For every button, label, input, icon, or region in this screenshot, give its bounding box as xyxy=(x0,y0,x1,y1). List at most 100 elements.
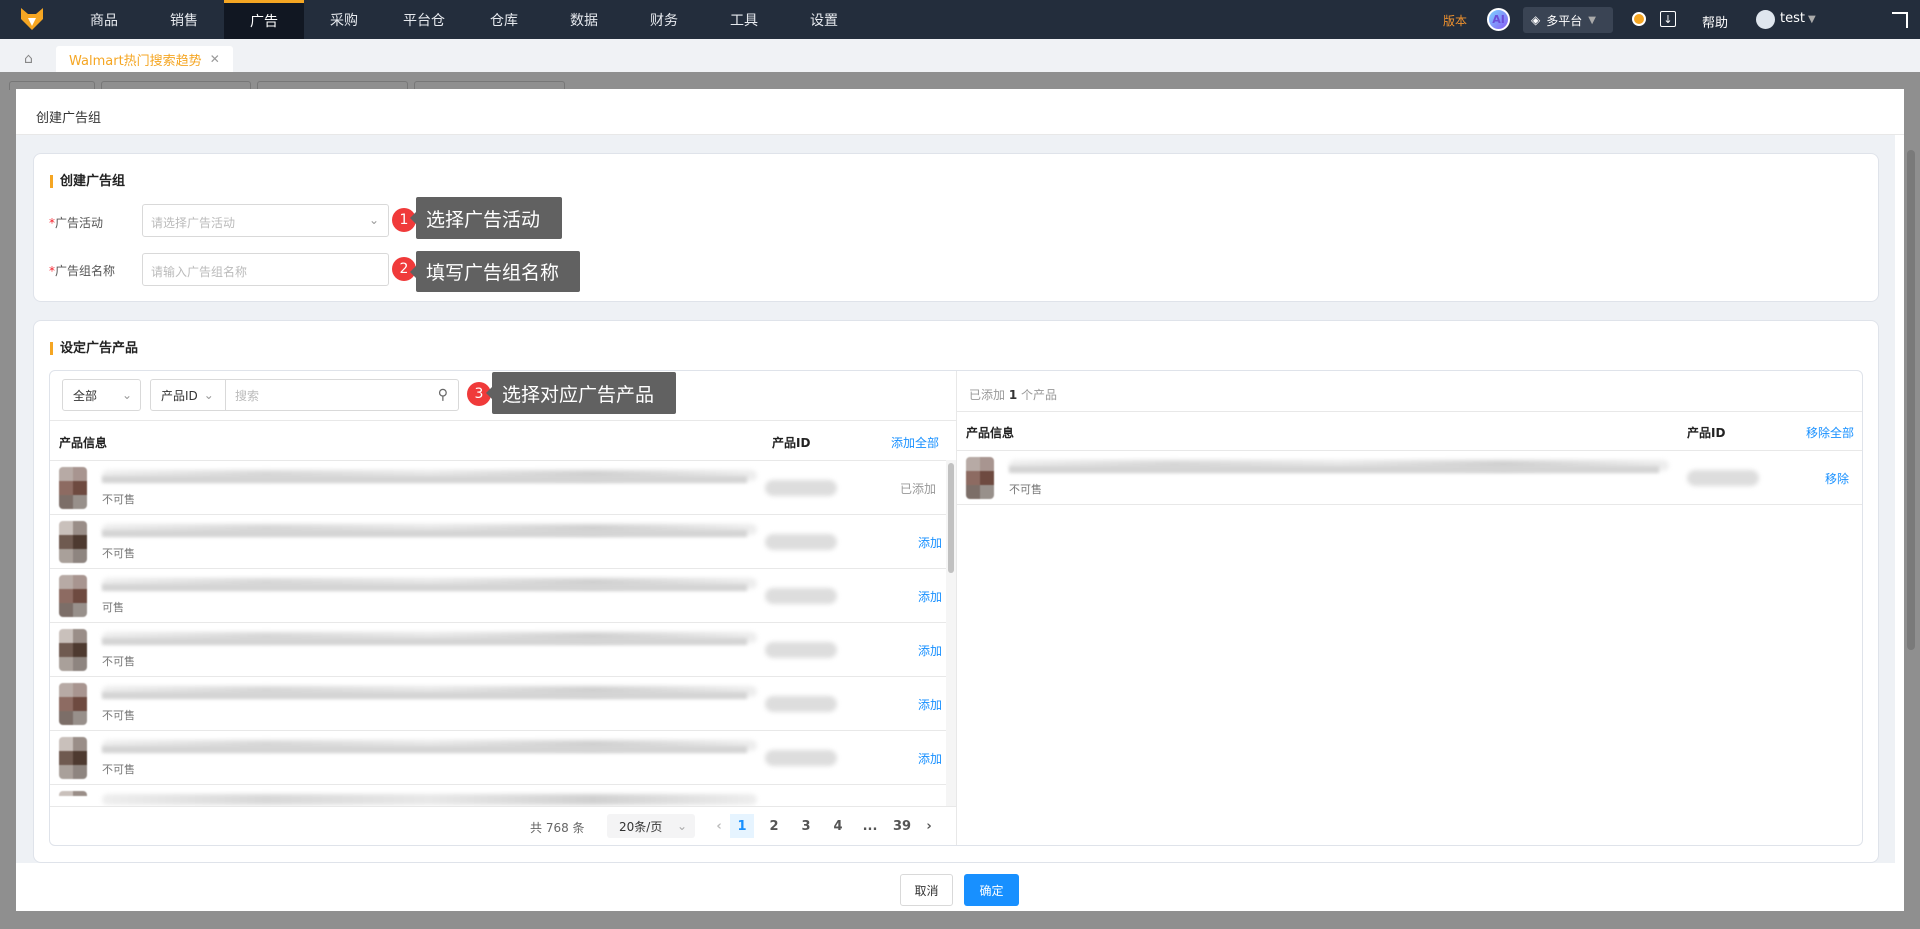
search-input[interactable]: 搜索 xyxy=(235,387,259,404)
product-id-blurred xyxy=(765,750,837,766)
cancel-button[interactable]: 取消 xyxy=(900,874,953,906)
product-title-blurred xyxy=(102,476,747,483)
col-product-info: 产品信息 xyxy=(59,436,108,450)
help-link[interactable]: 帮助 xyxy=(1702,12,1728,31)
nav-item[interactable]: 数据 xyxy=(544,0,624,39)
page-button[interactable]: ... xyxy=(858,814,882,838)
table-row: 不可售 已添加 xyxy=(50,461,946,515)
tab-label: Walmart热门搜索趋势 xyxy=(69,53,202,69)
sale-status: 不可售 xyxy=(102,547,135,560)
total-count: 共 768 条 xyxy=(530,821,585,835)
basic-info-card: 创建广告组 *广告活动 请选择广告活动 ⌄ *广告组名称 请输入广告组名称 1 选… xyxy=(33,153,1879,302)
nav-item[interactable]: 设置 xyxy=(784,0,864,39)
nav-item[interactable]: 商品 xyxy=(64,0,144,39)
table-row: 不可售 添加 xyxy=(50,515,946,569)
ad-group-name-input[interactable]: 请输入广告组名称 xyxy=(142,253,389,286)
product-title-blurred xyxy=(102,746,747,753)
add-all-link[interactable]: 添加全部 xyxy=(891,434,939,451)
platform-select[interactable]: ◈ 多平台 ▼ xyxy=(1523,7,1613,33)
table-row: 不可售 添加 xyxy=(50,677,946,731)
row-action[interactable]: 添加 xyxy=(918,750,942,767)
next-page-icon[interactable]: › xyxy=(917,814,941,838)
status-filter-select[interactable]: 全部 ⌄ xyxy=(62,379,141,411)
table-row: 可售 添加 xyxy=(50,569,946,623)
product-title-blurred xyxy=(102,692,747,699)
tab-walmart-trends[interactable]: Walmart热门搜索趋势 ✕ xyxy=(56,46,233,72)
user-caret-icon[interactable]: ▼ xyxy=(1808,14,1816,25)
ai-label: AI xyxy=(1492,13,1505,26)
chevron-down-icon: ⌄ xyxy=(676,819,687,833)
row-action[interactable]: 添加 xyxy=(918,696,942,713)
download-icon[interactable]: ↓ xyxy=(1660,11,1676,27)
nav-item[interactable]: 销售 xyxy=(144,0,224,39)
search-icon[interactable]: ⚲ xyxy=(438,387,448,403)
campaign-select[interactable]: 请选择广告活动 ⌄ xyxy=(142,204,389,237)
page-button[interactable]: 39 xyxy=(890,814,914,838)
top-nav: 商品 销售 广告 采购 平台仓 仓库 数据 财务 工具 设置 版本 AI ◈ 多平台 ▼ ↓ 帮助 t… xyxy=(0,0,1920,39)
logo-icon[interactable] xyxy=(19,7,45,31)
product-id-blurred xyxy=(765,534,837,550)
layers-icon: ◈ xyxy=(1531,13,1541,27)
close-icon[interactable]: ✕ xyxy=(210,52,220,66)
product-thumbnail xyxy=(59,521,87,563)
ai-button[interactable]: AI xyxy=(1487,8,1510,31)
col-product-id: 产品ID xyxy=(772,436,811,450)
row-action[interactable]: 添加 xyxy=(918,534,942,551)
tooltip-step3: 选择对应广告产品 xyxy=(486,372,676,414)
table-row: 不可售 移除 xyxy=(957,451,1862,505)
ad-group-name-label: *广告组名称 xyxy=(49,264,116,278)
nav-item[interactable]: 广告 xyxy=(224,0,304,39)
added-count-text: 已添加 1 个产品 xyxy=(969,388,1058,402)
confirm-button[interactable]: 确定 xyxy=(964,874,1019,906)
product-thumbnail xyxy=(59,683,87,725)
chevron-down-icon: ⌄ xyxy=(203,388,214,402)
row-action[interactable]: 添加 xyxy=(918,588,942,605)
product-thumbnail xyxy=(59,467,87,509)
page-scrollbar[interactable] xyxy=(1907,150,1915,650)
col-product-info: 产品信息 xyxy=(966,426,1015,440)
sale-status: 不可售 xyxy=(102,709,135,722)
product-thumbnail xyxy=(59,791,87,806)
product-title-blurred xyxy=(102,638,747,645)
page-button[interactable]: 2 xyxy=(762,814,786,838)
page-size-select[interactable]: 20条/页 ⌄ xyxy=(607,814,695,838)
page-button[interactable]: 1 xyxy=(730,814,754,838)
fullscreen-icon[interactable] xyxy=(1892,12,1908,28)
version-link[interactable]: 版本 xyxy=(1443,12,1467,29)
tooltip-step2: 填写广告组名称 xyxy=(410,251,580,292)
sale-status: 不可售 xyxy=(102,493,135,506)
nav-item[interactable]: 采购 xyxy=(304,0,384,39)
search-box[interactable]: 产品ID ⌄ 搜索 ⚲ xyxy=(150,379,459,411)
sale-status: 不可售 xyxy=(102,655,135,668)
product-thumbnail xyxy=(59,737,87,779)
col-product-id: 产品ID xyxy=(1687,426,1726,440)
campaign-label: *广告活动 xyxy=(49,216,104,230)
scrollbar[interactable] xyxy=(946,460,956,806)
prev-page-icon[interactable]: ‹ xyxy=(707,814,731,838)
nav-item[interactable]: 工具 xyxy=(704,0,784,39)
support-icon[interactable] xyxy=(1632,12,1646,26)
product-thumbnail xyxy=(966,457,994,499)
product-thumbnail xyxy=(59,629,87,671)
create-ad-group-modal: 创建广告组 创建广告组 *广告活动 请选择广告活动 ⌄ *广告组名称 请输入广告组… xyxy=(16,89,1904,911)
row-action[interactable]: 移除 xyxy=(1825,470,1849,487)
remove-all-link[interactable]: 移除全部 xyxy=(1806,424,1854,441)
sale-status: 不可售 xyxy=(102,763,135,776)
tooltip-step1: 选择广告活动 xyxy=(410,197,562,239)
user-name[interactable]: test xyxy=(1780,11,1805,26)
nav-item[interactable]: 仓库 xyxy=(464,0,544,39)
chevron-down-icon: ⌄ xyxy=(121,388,132,402)
nav-item[interactable]: 财务 xyxy=(624,0,704,39)
page-button[interactable]: 4 xyxy=(826,814,850,838)
caret-down-icon: ▼ xyxy=(1588,14,1596,26)
product-id-blurred xyxy=(765,696,837,712)
home-icon[interactable]: ⌂ xyxy=(24,51,33,67)
row-action[interactable]: 添加 xyxy=(918,642,942,659)
pagination: 共 768 条 20条/页 ⌄ ‹ 1 2 3 4... 39 › xyxy=(50,806,956,845)
product-title-blurred xyxy=(102,530,747,537)
search-type-select[interactable]: 产品ID xyxy=(161,387,198,404)
page-button[interactable]: 3 xyxy=(794,814,818,838)
nav-item[interactable]: 平台仓 xyxy=(384,0,464,39)
modal-body: 创建广告组 *广告活动 请选择广告活动 ⌄ *广告组名称 请输入广告组名称 1 选… xyxy=(16,135,1895,863)
avatar[interactable] xyxy=(1756,10,1775,29)
